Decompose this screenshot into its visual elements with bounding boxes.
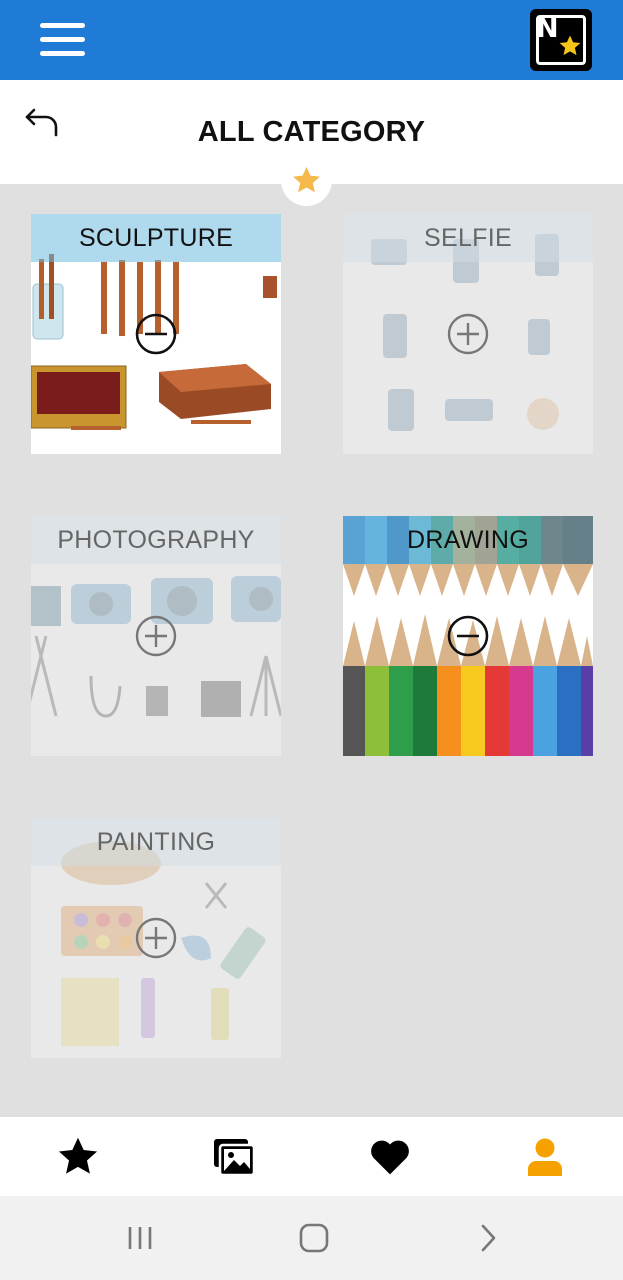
category-tile-sculpture[interactable]: SCULPTURE [31,214,281,454]
category-label: SCULPTURE [78,224,234,252]
category-tile-drawing[interactable]: DRAWING [343,516,593,756]
category-label: PAINTING [96,828,216,856]
category-label: DRAWING [407,526,529,554]
plus-circle-icon[interactable] [135,917,177,959]
gallery-icon[interactable] [212,1135,256,1179]
star-icon[interactable] [56,1135,100,1179]
app-screen: N ALL CATEGORY SCULPTURE SELFIE PHOTOGRA… [0,0,623,1280]
plus-circle-icon[interactable] [135,615,177,657]
category-tile-painting[interactable]: PAINTING [31,818,281,1058]
home-icon[interactable] [296,1220,332,1256]
star-icon [293,166,320,193]
hamburger-menu-icon[interactable] [40,23,85,57]
profile-icon[interactable] [523,1135,567,1179]
minus-circle-icon[interactable] [135,313,177,355]
plus-circle-icon[interactable] [447,313,489,355]
category-label: SELFIE [424,224,512,252]
favorite-badge [281,155,332,206]
app-logo[interactable]: N [530,9,592,71]
logo-letter: N [536,13,559,44]
app-bar: N [0,0,623,80]
category-tile-selfie[interactable]: SELFIE [343,214,593,454]
minus-circle-icon[interactable] [447,615,489,657]
recent-apps-icon[interactable] [122,1220,158,1256]
back-chevron-icon[interactable] [470,1220,506,1256]
category-label: PHOTOGRAPHY [57,526,255,554]
app-logo-star-icon [559,35,581,56]
category-tile-photography[interactable]: PHOTOGRAPHY [31,516,281,756]
heart-icon[interactable] [368,1135,412,1179]
page-title: ALL CATEGORY [197,116,426,148]
